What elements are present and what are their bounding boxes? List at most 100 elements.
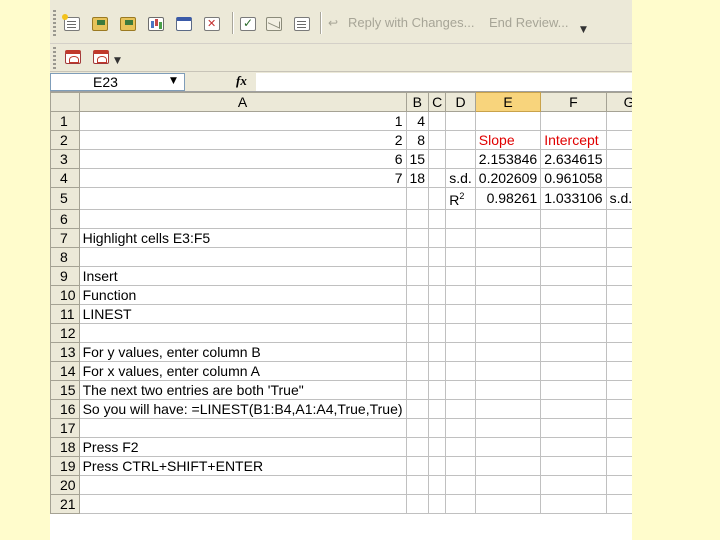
cell-d11[interactable] (445, 304, 476, 324)
column-header-a[interactable]: A (78, 92, 407, 112)
cell-g3[interactable] (605, 149, 632, 169)
name-box[interactable]: E23 (50, 73, 185, 91)
column-header-e[interactable]: E (474, 92, 542, 112)
cell-c20[interactable] (428, 475, 447, 495)
cell-f10[interactable] (540, 285, 607, 305)
new-document-icon[interactable] (62, 14, 82, 34)
cell-e17[interactable] (474, 418, 542, 438)
check-icon[interactable] (238, 14, 258, 34)
cell-e13[interactable] (474, 342, 542, 362)
cell-f18[interactable] (540, 437, 607, 457)
cell-a2[interactable]: 2 (78, 130, 407, 150)
cell-e9[interactable] (474, 266, 542, 286)
cell-c15[interactable] (428, 380, 447, 400)
cell-d2[interactable] (445, 130, 476, 150)
cell-b19[interactable] (406, 456, 430, 476)
row-header[interactable]: 18 (50, 437, 80, 457)
column-header-d[interactable]: D (445, 92, 476, 112)
cell-a9[interactable]: Insert (78, 266, 407, 286)
cell-e10[interactable] (474, 285, 542, 305)
row-header[interactable]: 5 (50, 187, 80, 210)
row-header[interactable]: 11 (50, 304, 80, 324)
cell-b12[interactable] (405, 323, 430, 343)
name-box-chevron-down-icon[interactable]: ▼ (170, 76, 177, 86)
cell-g21[interactable] (605, 494, 632, 514)
row-header[interactable]: 6 (50, 209, 80, 229)
cell-d3[interactable] (445, 149, 476, 169)
row-header[interactable]: 21 (50, 494, 80, 514)
cell-f15[interactable] (540, 380, 607, 400)
cell-a18[interactable]: Press F2 (78, 437, 407, 457)
cell-a19[interactable]: Press CTRL+SHIFT+ENTER (78, 456, 407, 476)
cell-e11[interactable] (474, 304, 542, 324)
cell-b9[interactable] (405, 266, 430, 286)
cell-a15[interactable]: The next two entries are both 'True" (78, 380, 407, 400)
cell-f7[interactable] (540, 228, 607, 248)
cell-b10[interactable] (405, 285, 430, 305)
cell-a20[interactable] (78, 475, 407, 495)
cell-d9[interactable] (445, 266, 476, 286)
cell-g17[interactable] (605, 418, 632, 438)
envelope-icon[interactable] (264, 14, 284, 34)
row-header[interactable]: 2 (50, 130, 80, 150)
cell-f4[interactable]: 0.961058 (540, 168, 607, 188)
cell-a3[interactable]: 6 (78, 149, 407, 169)
cell-b6[interactable] (405, 209, 430, 229)
row-header[interactable]: 15 (50, 380, 80, 400)
cell-f8[interactable] (540, 247, 607, 267)
cell-c3[interactable] (428, 149, 447, 169)
save-icon[interactable] (118, 14, 138, 34)
pdf-icon[interactable] (63, 47, 83, 67)
cell-b5[interactable] (405, 187, 430, 210)
cell-c21[interactable] (428, 494, 447, 514)
cell-f5[interactable]: 1.033106 (540, 187, 607, 210)
cell-g4[interactable] (605, 168, 632, 188)
cell-c16[interactable] (428, 399, 447, 419)
cell-g7[interactable] (605, 228, 632, 248)
cell-g18[interactable] (605, 437, 632, 457)
cell-f16[interactable] (540, 399, 607, 419)
cell-f12[interactable] (540, 323, 607, 343)
cell-c13[interactable] (428, 342, 447, 362)
cell-c7[interactable] (428, 228, 447, 248)
cell-e6[interactable] (474, 209, 542, 229)
cell-d17[interactable] (445, 418, 476, 438)
cell-a6[interactable] (78, 209, 407, 229)
cell-g20[interactable] (605, 475, 632, 495)
row-header[interactable]: 17 (50, 418, 80, 438)
cell-e1[interactable] (474, 111, 542, 131)
cell-b14[interactable] (406, 361, 430, 381)
cell-d18[interactable] (445, 437, 476, 457)
cell-a14[interactable]: For x values, enter column A (78, 361, 407, 381)
cell-d12[interactable] (445, 323, 476, 343)
cell-g8[interactable] (605, 247, 632, 267)
cell-c12[interactable] (428, 323, 447, 343)
cell-c17[interactable] (428, 418, 447, 438)
cell-e16[interactable] (475, 399, 542, 419)
cell-e3[interactable]: 2.153846 (474, 149, 542, 169)
row-header[interactable]: 10 (50, 285, 80, 305)
cell-a7[interactable]: Highlight cells E3:F5 (78, 228, 407, 248)
cell-g10[interactable] (605, 285, 632, 305)
row-header[interactable]: 19 (50, 456, 80, 476)
end-review-button[interactable]: End Review... (489, 15, 569, 30)
cell-c10[interactable] (428, 285, 447, 305)
cell-d21[interactable] (445, 494, 476, 514)
cell-c14[interactable] (428, 361, 447, 381)
cell-e2[interactable]: Slope (474, 130, 542, 150)
cell-f14[interactable] (540, 361, 607, 381)
cell-d16[interactable] (445, 399, 476, 419)
row-header[interactable]: 4 (50, 168, 80, 188)
cell-g12[interactable] (605, 323, 632, 343)
column-header-f[interactable]: F (540, 92, 607, 112)
cell-f1[interactable] (540, 111, 607, 131)
cell-c4[interactable] (428, 168, 447, 188)
cell-d13[interactable] (445, 342, 476, 362)
cell-d5[interactable]: R2 (445, 187, 476, 210)
cell-a16[interactable]: So you will have: =LINEST(B1:B4,A1:A4,Tr… (78, 399, 407, 419)
cell-e7[interactable] (474, 228, 542, 248)
cell-a1[interactable]: 1 (78, 111, 407, 131)
cell-c1[interactable] (428, 111, 447, 131)
cell-a11[interactable]: LINEST (78, 304, 407, 324)
cell-f3[interactable]: 2.634615 (540, 149, 607, 169)
